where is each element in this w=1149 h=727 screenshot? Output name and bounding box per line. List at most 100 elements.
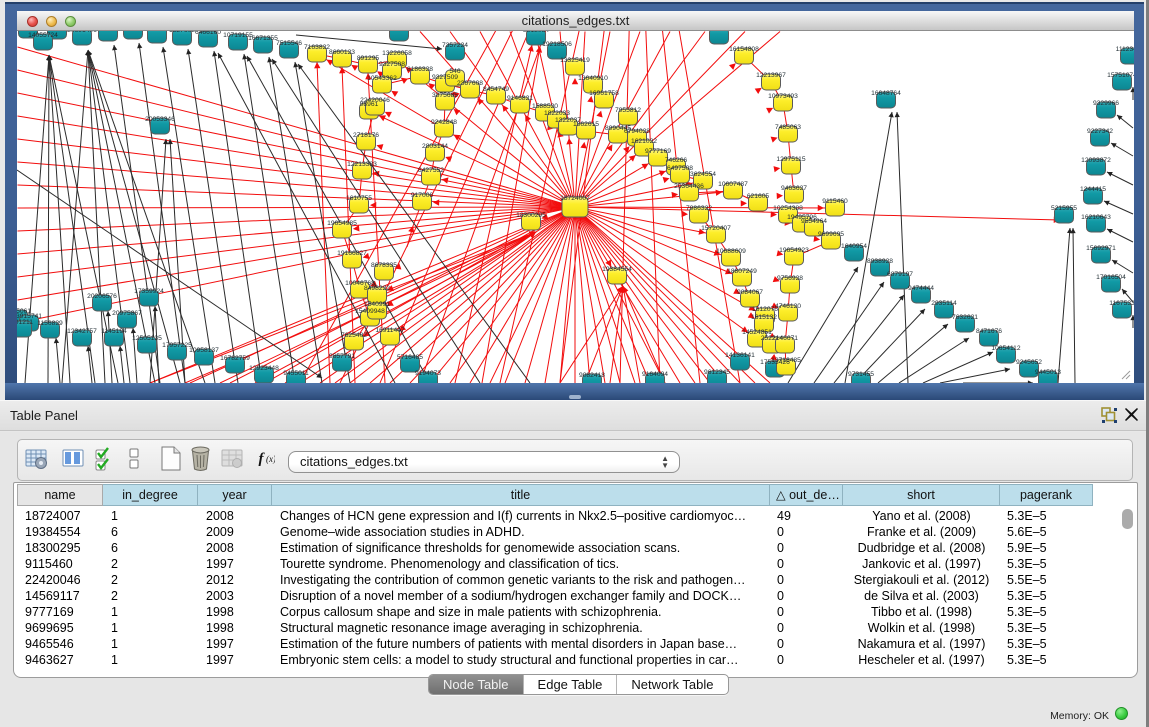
- svg-text:1156829: 1156829: [37, 320, 63, 327]
- svg-text:19654985: 19654985: [327, 220, 357, 227]
- svg-text:(x): (x): [266, 454, 275, 464]
- svg-text:19166827: 19166827: [337, 250, 367, 257]
- svg-text:8813054: 8813054: [523, 31, 549, 34]
- svg-text:9699695: 9699695: [818, 231, 844, 238]
- svg-text:1640954: 1640954: [841, 243, 867, 250]
- svg-text:4746120: 4746120: [775, 303, 801, 310]
- svg-text:9164094: 9164094: [642, 371, 668, 378]
- svg-text:1145194: 1145194: [101, 328, 127, 335]
- svg-text:8471676: 8471676: [976, 328, 1002, 335]
- svg-text:14055724: 14055724: [28, 32, 58, 39]
- svg-text:20975867: 20975867: [112, 310, 142, 317]
- svg-text:15692971: 15692971: [1086, 245, 1116, 252]
- svg-text:9327508: 9327508: [379, 61, 405, 68]
- svg-text:9115460: 9115460: [822, 198, 848, 205]
- svg-text:17957225: 17957225: [162, 342, 192, 349]
- svg-text:13716485: 13716485: [771, 357, 801, 364]
- svg-text:9194073: 9194073: [415, 370, 441, 377]
- svg-text:12213967: 12213967: [756, 72, 786, 79]
- svg-text:2367608: 2367608: [457, 80, 483, 87]
- svg-text:891295: 891295: [357, 55, 380, 62]
- svg-text:8678335: 8678335: [371, 262, 397, 269]
- svg-text:9731455: 9731455: [848, 371, 874, 378]
- svg-text:3624554: 3624554: [690, 171, 716, 178]
- svg-text:9455011: 9455011: [283, 370, 309, 377]
- svg-text:10688609: 10688609: [716, 248, 746, 255]
- svg-text:7632621: 7632621: [952, 314, 978, 321]
- svg-text:2935114: 2935114: [931, 300, 957, 307]
- svg-text:7163822: 7163822: [304, 44, 330, 51]
- svg-text:5215955: 5215955: [1051, 205, 1077, 212]
- svg-text:12505135: 12505135: [132, 335, 162, 342]
- svg-text:5716485: 5716485: [397, 354, 423, 361]
- svg-text:16911447: 16911447: [375, 327, 405, 334]
- svg-text:9777169: 9777169: [645, 148, 671, 155]
- svg-text:20053346: 20053346: [145, 116, 175, 123]
- svg-text:746266: 746266: [665, 157, 688, 164]
- svg-text:9084067: 9084067: [737, 289, 763, 296]
- svg-text:9756928: 9756928: [777, 275, 803, 282]
- svg-text:20691406: 20691406: [67, 31, 97, 34]
- svg-text:13325419: 13325419: [560, 57, 590, 64]
- svg-text:13226058: 13226058: [382, 50, 412, 57]
- svg-text:f: f: [259, 451, 266, 467]
- svg-text:19384554: 19384554: [602, 266, 632, 273]
- svg-text:1615132: 1615132: [751, 314, 777, 321]
- svg-text:19218506: 19218506: [542, 41, 572, 48]
- svg-text:7625402: 7625402: [341, 332, 367, 339]
- svg-text:9463627: 9463627: [781, 185, 807, 192]
- svg-text:22420046: 22420046: [360, 97, 390, 104]
- svg-text:20364436: 20364436: [674, 183, 704, 190]
- svg-text:1167533: 1167533: [1109, 300, 1134, 307]
- svg-text:1822033: 1822033: [544, 110, 570, 117]
- svg-text:2718176: 2718176: [353, 132, 379, 139]
- svg-text:2146671: 2146671: [772, 335, 798, 342]
- svg-text:15409948: 15409948: [355, 308, 385, 315]
- svg-text:9612345: 9612345: [704, 369, 730, 376]
- svg-text:9245652: 9245652: [1016, 359, 1042, 366]
- svg-text:546: 546: [449, 68, 460, 75]
- svg-text:12093872: 12093872: [1081, 157, 1111, 164]
- svg-text:7986322: 7986322: [686, 205, 712, 212]
- svg-text:7955812: 7955812: [615, 107, 641, 114]
- svg-text:12342757: 12342757: [67, 328, 97, 335]
- svg-text:621605: 621605: [747, 193, 770, 200]
- svg-text:16648764: 16648764: [871, 90, 901, 97]
- svg-text:14136141: 14136141: [725, 352, 755, 359]
- svg-text:917006: 917006: [411, 192, 434, 199]
- svg-text:8498222: 8498222: [364, 285, 390, 292]
- svg-text:8454749: 8454749: [483, 86, 509, 93]
- svg-text:15720407: 15720407: [701, 225, 731, 232]
- svg-text:10654112: 10654112: [991, 345, 1021, 352]
- svg-text:16782759: 16782759: [220, 355, 250, 362]
- svg-text:12213383: 12213383: [347, 161, 377, 168]
- svg-text:9329966: 9329966: [1093, 100, 1119, 107]
- svg-text:15751074: 15751074: [1107, 72, 1134, 79]
- svg-text:7515546: 7515546: [276, 40, 302, 47]
- svg-text:10973493: 10973493: [768, 93, 798, 100]
- svg-text:1588520: 1588520: [532, 103, 558, 110]
- svg-text:3875685: 3875685: [432, 92, 458, 99]
- svg-text:16154808: 16154808: [729, 46, 759, 53]
- svg-text:9227342: 9227342: [1087, 128, 1113, 135]
- svg-text:17016504: 17016504: [1096, 274, 1126, 281]
- svg-text:1540991: 1540991: [364, 301, 390, 308]
- svg-text:16961758: 16961758: [589, 90, 619, 97]
- svg-text:9445013: 9445013: [1035, 369, 1061, 376]
- svg-text:9242848: 9242848: [431, 119, 457, 126]
- svg-text:12975115: 12975115: [776, 156, 806, 163]
- svg-text:12923448: 12923448: [249, 365, 279, 372]
- svg-text:10958137: 10958137: [189, 347, 219, 354]
- svg-text:8427552: 8427552: [418, 167, 444, 174]
- svg-text:16210643: 16210643: [1081, 214, 1111, 221]
- svg-text:1244415: 1244415: [1080, 186, 1106, 193]
- svg-text:9474444: 9474444: [908, 285, 934, 292]
- svg-text:2803144: 2803144: [422, 143, 448, 150]
- svg-text:10653267: 10653267: [142, 31, 172, 32]
- svg-text:7357224: 7357224: [442, 42, 468, 49]
- svg-text:391211: 391211: [17, 319, 33, 326]
- svg-text:8938928: 8938928: [867, 258, 893, 265]
- svg-text:1610755: 1610755: [346, 195, 372, 202]
- svg-text:9146821: 9146821: [507, 95, 533, 102]
- svg-text:7485063: 7485063: [775, 124, 801, 131]
